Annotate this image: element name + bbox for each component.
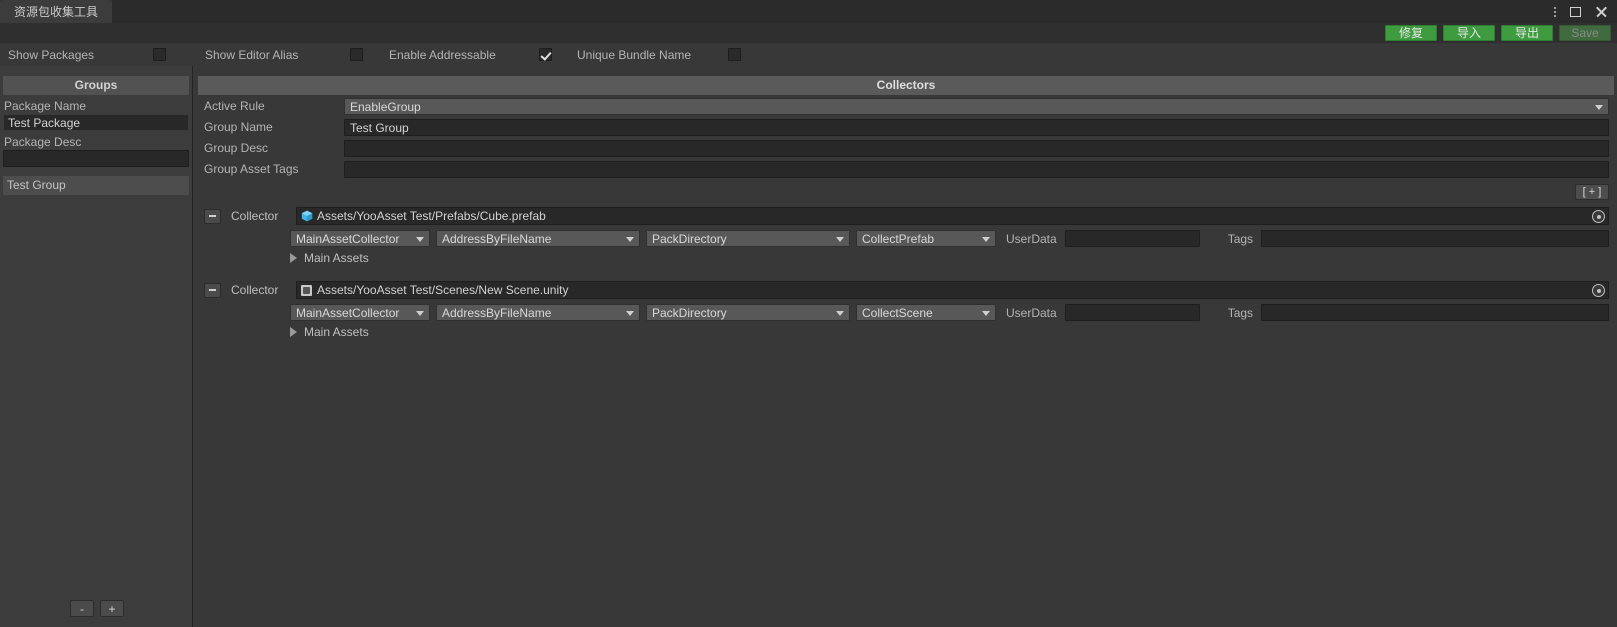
collector-entry: Collector Assets/YooAsset Test/Prefabs/C… (194, 206, 1617, 267)
pack-rule-dropdown[interactable]: PackDirectory (646, 230, 850, 247)
chevron-right-icon (290, 327, 297, 337)
save-button[interactable]: Save (1559, 25, 1611, 41)
option-show-packages: Show Packages (8, 48, 166, 62)
show-packages-checkbox[interactable] (153, 48, 166, 61)
main-assets-foldout[interactable]: Main Assets (194, 323, 1617, 341)
collector-asset-field[interactable]: Assets/YooAsset Test/Prefabs/Cube.prefab (296, 207, 1609, 225)
active-rule-label: Active Rule (204, 99, 265, 113)
package-name-label: Package Name (4, 99, 87, 113)
collector-entry: Collector Assets/YooAsset Test/Scenes/Ne… (194, 280, 1617, 341)
show-editor-alias-checkbox[interactable] (350, 48, 363, 61)
group-name-input[interactable]: Test Group (344, 118, 1609, 136)
groups-sidebar: Groups Package Name Test Package Package… (0, 66, 193, 627)
filter-rule-dropdown[interactable]: CollectPrefab (856, 230, 996, 247)
filter-rule-dropdown[interactable]: CollectScene (856, 304, 996, 321)
enable-addressable-checkbox[interactable] (539, 48, 552, 61)
object-picker-icon[interactable] (1592, 210, 1605, 223)
collector-rules-row: MainAssetCollector AddressByFileName Pac… (194, 228, 1617, 249)
remove-collector-button[interactable] (204, 282, 221, 298)
tab-asset-bundle-collector[interactable]: 资源包收集工具 (0, 0, 113, 23)
unique-bundle-name-checkbox[interactable] (728, 48, 741, 61)
active-rule-dropdown[interactable]: EnableGroup (344, 97, 1609, 115)
add-collector-row: [ + ] (194, 179, 1617, 200)
pack-rule-dropdown[interactable]: PackDirectory (646, 304, 850, 321)
option-show-editor-alias-label: Show Editor Alias (205, 47, 299, 62)
userdata-label: UserData (1006, 305, 1057, 320)
main-assets-label: Main Assets (304, 251, 369, 265)
collector-asset-path: Assets/YooAsset Test/Scenes/New Scene.un… (317, 282, 569, 297)
collector-path-row: Collector Assets/YooAsset Test/Prefabs/C… (194, 206, 1617, 226)
tab-label: 资源包收集工具 (14, 5, 99, 19)
collector-type-dropdown[interactable]: MainAssetCollector (290, 230, 430, 247)
tags-label: Tags (1227, 305, 1254, 320)
main-assets-foldout[interactable]: Main Assets (194, 249, 1617, 267)
group-desc-input[interactable] (344, 139, 1609, 157)
collectors-header: Collectors (198, 76, 1614, 95)
option-enable-addressable: Enable Addressable (389, 48, 552, 62)
toolbar: 修复 导入 导出 Save (0, 23, 1617, 43)
group-asset-tags-label: Group Asset Tags (204, 162, 299, 176)
option-unique-bundle-name-label: Unique Bundle Name (577, 47, 692, 62)
collector-asset-path: Assets/YooAsset Test/Prefabs/Cube.prefab (317, 208, 546, 223)
groups-header: Groups (3, 76, 189, 95)
userdata-input[interactable] (1064, 304, 1200, 321)
group-desc-label: Group Desc (204, 141, 269, 155)
options-bar: Show Packages Show Editor Alias Enable A… (0, 43, 1617, 66)
address-rule-dropdown[interactable]: AddressByFileName (436, 304, 640, 321)
group-asset-tags-row: Group Asset Tags (194, 159, 1617, 179)
userdata-input[interactable] (1064, 230, 1200, 247)
collector-type-dropdown[interactable]: MainAssetCollector (290, 304, 430, 321)
close-icon[interactable] (1595, 6, 1607, 18)
chevron-right-icon (290, 253, 297, 263)
window-controls (1554, 0, 1617, 23)
collectors-panel: Collectors Active Rule EnableGroup Group… (194, 66, 1617, 627)
package-name-input[interactable]: Test Package (3, 114, 189, 131)
collector-rules-row: MainAssetCollector AddressByFileName Pac… (194, 302, 1617, 323)
main-assets-label: Main Assets (304, 325, 369, 339)
active-rule-row: Active Rule EnableGroup (194, 96, 1617, 116)
prefab-icon (301, 210, 313, 222)
remove-group-button[interactable]: - (70, 600, 94, 617)
remove-collector-button[interactable] (204, 208, 221, 224)
export-button[interactable]: 导出 (1501, 25, 1553, 41)
repair-button[interactable]: 修复 (1385, 25, 1437, 41)
group-name-label: Group Name (204, 120, 273, 134)
collector-asset-field[interactable]: Assets/YooAsset Test/Scenes/New Scene.un… (296, 281, 1609, 299)
collector-label: Collector (231, 283, 279, 297)
collector-label: Collector (231, 209, 279, 223)
import-button[interactable]: 导入 (1443, 25, 1495, 41)
maximize-icon[interactable] (1570, 6, 1581, 17)
group-list: Test Group (0, 176, 192, 195)
collector-path-row: Collector Assets/YooAsset Test/Scenes/Ne… (194, 280, 1617, 300)
tags-input[interactable] (1261, 304, 1609, 321)
object-picker-icon[interactable] (1592, 284, 1605, 297)
group-asset-tags-input[interactable] (344, 160, 1609, 178)
option-enable-addressable-label: Enable Addressable (389, 47, 496, 62)
option-show-editor-alias: Show Editor Alias (205, 48, 363, 62)
group-name-row: Group Name Test Group (194, 117, 1617, 137)
group-list-footer: - + (0, 600, 193, 617)
add-collector-button[interactable]: [ + ] (1575, 184, 1609, 200)
scene-icon (301, 284, 312, 296)
userdata-label: UserData (1006, 231, 1057, 246)
group-list-item-test-group[interactable]: Test Group (3, 176, 189, 195)
option-show-packages-label: Show Packages (8, 47, 95, 62)
package-desc-input[interactable] (3, 150, 189, 167)
window-titlebar: 资源包收集工具 (0, 0, 1617, 23)
package-desc-label: Package Desc (4, 135, 82, 149)
address-rule-dropdown[interactable]: AddressByFileName (436, 230, 640, 247)
tags-input[interactable] (1261, 230, 1609, 247)
tags-label: Tags (1227, 231, 1254, 246)
kebab-menu-icon[interactable] (1554, 6, 1556, 17)
group-desc-row: Group Desc (194, 138, 1617, 158)
add-group-button[interactable]: + (100, 600, 124, 617)
option-unique-bundle-name: Unique Bundle Name (577, 48, 741, 62)
